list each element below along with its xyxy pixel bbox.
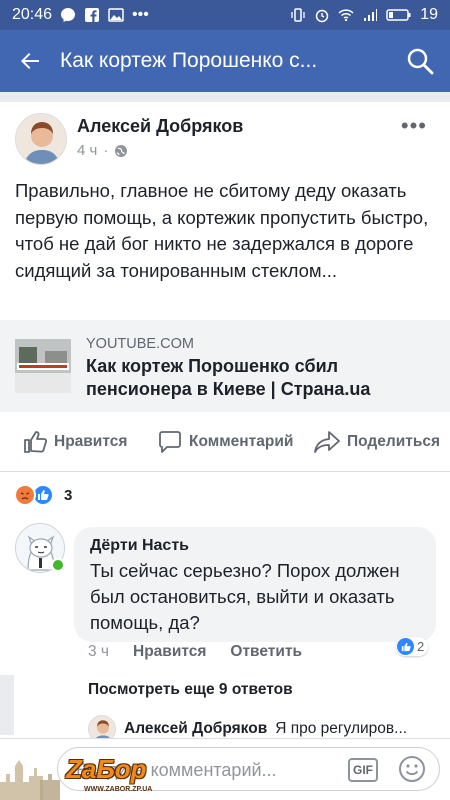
comment-like-count-badge[interactable]: 2 (396, 637, 429, 656)
reactions-summary[interactable]: 3 (14, 484, 72, 506)
image-icon (108, 8, 124, 22)
search-button[interactable] (390, 30, 450, 92)
link-thumbnail (15, 339, 71, 393)
share-arrow-icon (314, 430, 340, 453)
video-thumbnail-image (15, 339, 71, 393)
wifi-icon (338, 9, 354, 22)
comment-footer: 3 ч Нравится Ответить (88, 643, 302, 661)
watermark-url: WWW.ZABOR.ZP.UA (84, 786, 153, 793)
online-status-indicator (51, 558, 65, 572)
comment-bubble-icon (159, 430, 181, 453)
battery-icon (386, 9, 411, 21)
person-avatar-image (16, 114, 66, 164)
post-meta: 4 ч · (77, 142, 128, 159)
comment-text: Ты сейчас серьезно? Порох должен был ост… (90, 560, 400, 633)
search-icon (407, 48, 434, 75)
like-label: Нравится (54, 432, 128, 450)
city-skyline-logo (0, 760, 60, 800)
page-title: Как кортеж Порошенко с... (60, 49, 318, 72)
thumbs-up-icon (24, 430, 48, 453)
app-bar: Как кортеж Порошенко с... (0, 30, 450, 92)
post-time[interactable]: 4 ч (77, 142, 97, 159)
post-author[interactable]: Алексей Добряков (77, 116, 243, 137)
link-domain: YOUTUBE.COM (86, 336, 194, 352)
vibrate-icon (291, 8, 305, 22)
facebook-icon (85, 8, 100, 22)
gif-button[interactable]: GIF (348, 758, 378, 782)
more-options-button[interactable]: ••• (401, 113, 427, 139)
post-text: Правильно, главное не сбитому деду оказа… (15, 180, 429, 281)
post-header: Алексей Добряков 4 ч · ••• (15, 113, 435, 168)
angry-reaction-icon (14, 484, 36, 506)
site-watermark: ZaБор WWW.ZABOR.ZP.UA (0, 752, 160, 800)
more-notifications-icon: ••• (132, 6, 149, 23)
like-reaction-icon (397, 638, 414, 655)
watermark-text: ZaБор (66, 754, 147, 784)
alarm-icon (315, 9, 329, 23)
like-button[interactable]: Нравится (22, 429, 127, 455)
thread-indicator (0, 675, 14, 735)
arrow-left-icon (21, 53, 39, 69)
comment-label: Комментарий (189, 432, 294, 450)
comment-reply-link[interactable]: Ответить (230, 643, 302, 661)
author-avatar[interactable] (15, 113, 67, 165)
comment-author[interactable]: Дёрти Насть (90, 537, 189, 555)
share-button[interactable]: Поделиться (313, 429, 440, 455)
reaction-count: 3 (64, 486, 73, 504)
comment-time: 3 ч (88, 643, 110, 660)
comment-bubble[interactable]: Дёрти Насть Ты сейчас серьезно? Порох до… (74, 527, 436, 642)
globe-icon (115, 144, 128, 157)
signal-icon (364, 9, 378, 21)
link-title[interactable]: Как кортеж Порошенко сбил пенсионера в К… (86, 355, 436, 401)
back-button[interactable] (0, 30, 60, 92)
messenger-icon (61, 8, 76, 22)
view-more-replies-link[interactable]: Посмотреть еще 9 ответов (88, 681, 293, 699)
status-bar: 20:46 ••• 19 (0, 0, 450, 30)
post-actions: Нравится Комментарий Поделиться (0, 412, 450, 472)
comment-like-count: 2 (417, 639, 425, 654)
feed-divider (0, 92, 450, 102)
battery-level: 19 (420, 6, 438, 23)
reply-author: Алексей Добряков (124, 720, 268, 737)
link-preview[interactable]: YOUTUBE.COM Как кортеж Порошенко сбил пе… (0, 320, 450, 412)
comment-like-link[interactable]: Нравится (133, 643, 206, 661)
share-label: Поделиться (347, 432, 441, 450)
reply-text: Я про регулиров... (275, 720, 408, 737)
comment-button[interactable]: Комментарий (157, 429, 293, 455)
emoji-icon[interactable] (398, 755, 426, 783)
clock: 20:46 (12, 6, 53, 23)
